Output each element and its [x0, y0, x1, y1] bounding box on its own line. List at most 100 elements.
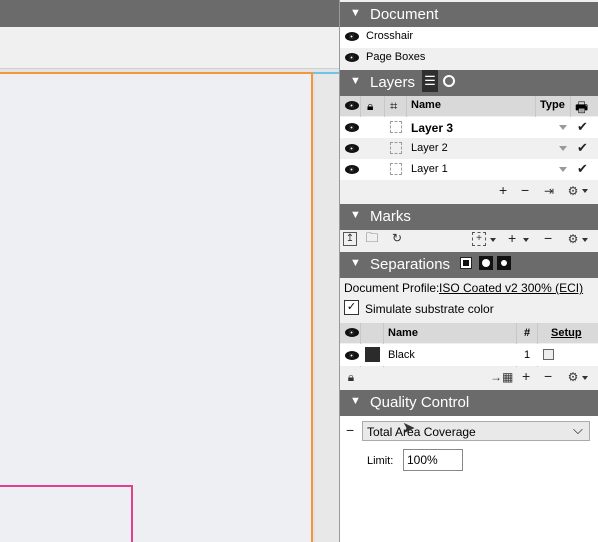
canvas-ruler-area [0, 27, 339, 69]
eye-icon[interactable] [345, 32, 359, 41]
eye-icon[interactable] [345, 144, 359, 153]
quality-control-panel-title: Quality Control [370, 394, 470, 411]
chevron-down-icon[interactable] [490, 238, 496, 242]
remove-check-button[interactable]: − [346, 422, 354, 438]
page-margin-area [315, 74, 339, 542]
gear-icon[interactable]: ⚙ [566, 370, 580, 384]
layer-box-icon[interactable] [390, 163, 402, 175]
layers-name-column[interactable]: Name [411, 99, 441, 111]
add-mark-box-icon[interactable]: + [472, 232, 486, 246]
gear-icon[interactable]: ⚙ [566, 184, 580, 198]
document-item-label: Page Boxes [366, 51, 426, 63]
setup-checkbox[interactable] [543, 349, 554, 360]
simulate-substrate-checkbox[interactable]: ✓ [344, 300, 359, 315]
type-dropdown-icon[interactable] [559, 146, 567, 151]
type-dropdown-icon[interactable] [559, 167, 567, 172]
merge-layers-icon[interactable]: ⇥ [542, 184, 556, 198]
remove-layer-button[interactable]: − [521, 182, 529, 198]
layer-name: Layer 1 [411, 163, 448, 175]
document-item-page-boxes[interactable]: Page Boxes [340, 48, 598, 69]
eye-icon[interactable] [345, 351, 359, 360]
separation-color-swatch [365, 347, 380, 362]
document-panel-title: Document [370, 6, 439, 23]
list-view-icon[interactable]: ☰ [422, 70, 438, 92]
remove-separation-button[interactable]: − [544, 368, 552, 384]
chevron-down-icon[interactable] [523, 238, 529, 242]
separations-column-header: Name # Setup [340, 323, 598, 343]
assign-separation-icon[interactable]: →▦ [490, 370, 513, 384]
mouse-cursor-icon: ➤ [402, 420, 416, 437]
check-select[interactable]: Total Area Coverage ⌵ [362, 421, 590, 441]
separations-panel-title: Separations [370, 256, 451, 273]
add-layer-button[interactable]: + [499, 182, 507, 198]
layers-panel-header[interactable]: ▼ Layers ☰ [340, 70, 598, 96]
chevron-down-icon[interactable] [582, 238, 588, 242]
document-item-crosshair[interactable]: Crosshair [340, 27, 598, 48]
chevron-down-icon: ⌵ [573, 422, 583, 437]
gear-icon[interactable]: ⚙ [566, 232, 580, 246]
collapse-triangle-icon[interactable]: ▼ [350, 75, 361, 87]
document-canvas[interactable] [0, 0, 339, 542]
separations-name-column[interactable]: Name [388, 327, 418, 339]
bleed-box[interactable] [0, 485, 133, 542]
type-dropdown-icon[interactable] [559, 125, 567, 130]
eye-icon[interactable] [345, 123, 359, 132]
layer-row[interactable]: Layer 2 ✔ [340, 138, 598, 159]
collapse-triangle-icon[interactable]: ▼ [350, 257, 361, 269]
separation-number: 1 [524, 349, 531, 361]
print-check-icon[interactable]: ✔ [577, 140, 588, 156]
document-panel-header[interactable]: ▼ Document [340, 2, 598, 28]
separation-view-icon[interactable] [460, 257, 472, 269]
separations-setup-column[interactable]: Setup [551, 327, 582, 339]
check-select-value: Total Area Coverage [367, 425, 476, 439]
layer-box-icon[interactable] [390, 121, 402, 133]
chevron-down-icon[interactable] [582, 189, 588, 193]
collapse-triangle-icon[interactable]: ▼ [350, 395, 361, 407]
chevron-down-icon[interactable] [582, 376, 588, 380]
folder-icon[interactable]: 🗀 [365, 231, 379, 245]
quality-control-panel-header[interactable]: ▼ Quality Control [340, 390, 598, 416]
layer-row[interactable]: Layer 1 ✔ [340, 159, 598, 180]
eye-icon[interactable] [345, 165, 359, 174]
refresh-icon[interactable]: ↻ [390, 231, 404, 245]
lock-icon[interactable]: 🔒︎ [344, 370, 358, 384]
eye-icon [345, 101, 359, 110]
print-check-icon[interactable]: ✔ [577, 119, 588, 135]
separation-name: Black [388, 349, 415, 361]
add-mark-button[interactable]: + [508, 230, 516, 246]
separation-view-icon[interactable] [497, 256, 511, 270]
document-profile-label: Document Profile: [344, 281, 440, 295]
layer-row[interactable]: Layer 3 ✔ [340, 117, 598, 138]
separations-panel-header[interactable]: ▼ Separations [340, 252, 598, 278]
layers-column-header: 🔒︎ ⌗ Name Type 🖶 [340, 96, 598, 116]
separation-row[interactable]: Black 1 [340, 344, 598, 366]
print-check-icon[interactable]: ✔ [577, 161, 588, 177]
separation-view-icon[interactable] [479, 256, 493, 270]
canvas-top-bar [0, 0, 339, 27]
import-mark-icon[interactable]: ↥ [343, 232, 357, 246]
layer-box-icon[interactable] [390, 142, 402, 154]
document-item-label: Crosshair [366, 30, 414, 42]
round-view-icon[interactable] [443, 75, 455, 87]
layers-toolbar: + − ⇥ ⚙ [340, 180, 598, 202]
add-separation-button[interactable]: + [522, 368, 530, 384]
layers-panel-title: Layers [370, 74, 416, 91]
separations-number-column[interactable]: # [524, 327, 530, 339]
eye-icon[interactable] [345, 53, 359, 62]
bounding-box-icon: ⌗ [390, 98, 398, 113]
layers-type-column[interactable]: Type [540, 99, 565, 111]
separations-toolbar: 🔒︎ →▦ + − ⚙ [340, 366, 598, 388]
lock-icon: 🔒︎ [367, 99, 374, 113]
limit-input[interactable] [403, 449, 463, 471]
remove-mark-button[interactable]: − [544, 230, 552, 246]
collapse-triangle-icon[interactable]: ▼ [350, 209, 361, 221]
layer-name: Layer 3 [411, 121, 454, 135]
side-panel: ▼ Document Crosshair Page Boxes ▼ Layers… [339, 0, 598, 542]
marks-panel-header[interactable]: ▼ Marks [340, 204, 598, 230]
collapse-triangle-icon[interactable]: ▼ [350, 7, 361, 19]
marks-toolbar: ↥ 🗀 ↻ + + − ⚙ [340, 229, 598, 249]
simulate-substrate-label: Simulate substrate color [365, 302, 494, 316]
marks-panel-title: Marks [370, 208, 411, 225]
page-trim-box[interactable] [0, 72, 313, 542]
document-profile-link[interactable]: ISO Coated v2 300% (ECI) [439, 281, 583, 295]
